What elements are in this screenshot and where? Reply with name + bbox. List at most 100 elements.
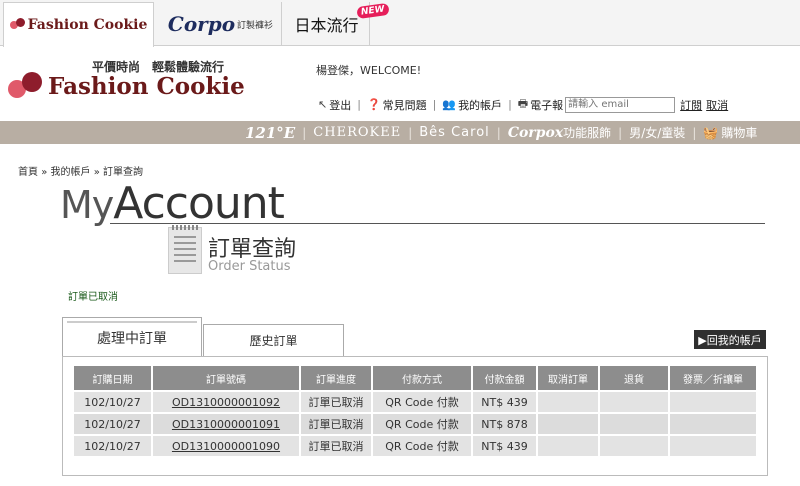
cell-return: [600, 414, 668, 434]
nav-gender-wear[interactable]: 男/女/童裝: [629, 124, 685, 141]
document-icon: [168, 225, 202, 274]
tab-history-orders[interactable]: 歷史訂單: [203, 324, 344, 357]
nav-separator: |: [618, 125, 623, 140]
col-cancel-order: 取消訂單: [538, 366, 598, 390]
cookie-big-logo-icon: [8, 72, 46, 100]
welcome-message: 楊登傑，WELCOME!: [316, 64, 422, 77]
subscribe-link[interactable]: 訂閱: [680, 97, 702, 113]
fashion-cookie-tab-logo: Fashion Cookie: [9, 17, 148, 33]
cell-status: 訂單已取消: [301, 414, 371, 434]
nav-brand-121e[interactable]: 121°E: [245, 124, 295, 142]
japan-tab-label: 日本流行: [294, 16, 359, 35]
site-logo-text: Fashion Cookie: [8, 72, 245, 100]
col-order-date: 訂購日期: [74, 366, 151, 390]
breadcrumb-account[interactable]: 我的帳戶: [51, 167, 91, 178]
breadcrumb-separator: »: [41, 167, 48, 178]
cell-cancel: [538, 414, 598, 434]
cell-status: 訂單已取消: [301, 392, 371, 412]
cell-amount: NT$ 878: [473, 414, 536, 434]
title-divider: [110, 223, 765, 224]
order-number-link[interactable]: OD1310000001090: [172, 440, 280, 453]
corpox-label: Corpox: [507, 125, 564, 141]
shopping-basket-icon: 🧺: [703, 125, 719, 140]
nav-separator: |: [692, 125, 697, 140]
corpo-tab-subtitle: 訂製褲衫: [237, 20, 274, 31]
printer-icon: 🖶: [517, 97, 529, 110]
back-to-account-button[interactable]: ▶回我的帳戶: [694, 330, 766, 349]
question-icon: ❓: [366, 98, 381, 111]
cell-invoice: [670, 392, 756, 412]
page-title-account: Account: [113, 178, 285, 229]
logout-link[interactable]: ↖ 登出: [318, 97, 351, 113]
col-order-number: 訂單號碼: [153, 366, 299, 390]
cell-payment: QR Code 付款: [373, 414, 471, 434]
cell-cancel: [538, 436, 598, 456]
brand-nav-bar: 121°E | CHEROKEE | Bês Carol | Corpox功能服…: [0, 121, 800, 144]
cell-return: [600, 392, 668, 412]
newsletter-email-input[interactable]: [565, 96, 676, 113]
nav-cart[interactable]: 🧺 購物車: [703, 124, 757, 141]
cell-order-number: OD1310000001092: [153, 392, 299, 412]
cell-invoice: [670, 436, 756, 456]
separator: |: [357, 98, 361, 111]
col-return: 退貨: [600, 366, 668, 390]
cell-invoice: [670, 414, 756, 434]
col-payment-method: 付款方式: [373, 366, 471, 390]
brand-tab-bar: Fashion Cookie Corpo 訂製褲衫 日本流行 NEW: [0, 0, 800, 47]
cell-date: 102/10/27: [74, 392, 151, 412]
cell-status: 訂單已取消: [301, 436, 371, 456]
cookie-logo-icon: [9, 18, 26, 32]
nav-separator: |: [302, 125, 307, 140]
newsletter-label-group: 🖶 電子報: [518, 95, 563, 114]
table-header-row: 訂購日期 訂單號碼 訂單進度 付款方式 付款金額 取消訂單 退貨 發票／折讓單: [74, 366, 756, 390]
status-message: 訂單已取消: [68, 292, 118, 303]
header-links: ↖ 登出 | ❓ 常見問題 | 👥 我的帳戶 | 🖶 電子報 訂閱 取消: [318, 95, 732, 114]
arrow-up-left-icon: ↖: [318, 98, 328, 111]
page-title: MyAccount: [60, 178, 285, 229]
faq-label: 常見問題: [382, 98, 427, 112]
col-invoice: 發票／折讓單: [670, 366, 756, 390]
nav-brand-bescarol[interactable]: Bês Carol: [419, 125, 490, 140]
breadcrumb-separator: »: [93, 167, 100, 178]
nav-brand-cherokee[interactable]: CHEROKEE: [313, 125, 401, 140]
cell-date: 102/10/27: [74, 414, 151, 434]
order-number-link[interactable]: OD1310000001091: [172, 418, 280, 431]
orders-table: 訂購日期 訂單號碼 訂單進度 付款方式 付款金額 取消訂單 退貨 發票／折讓單 …: [72, 364, 758, 458]
table-row: 102/10/27 OD1310000001091 訂單已取消 QR Code …: [74, 414, 756, 434]
corpox-sub-label: 功能服飾: [563, 126, 612, 140]
cell-order-number: OD1310000001090: [153, 436, 299, 456]
faq-link[interactable]: ❓ 常見問題: [367, 97, 427, 113]
my-account-link[interactable]: 👥 我的帳戶: [442, 97, 502, 113]
cell-date: 102/10/27: [74, 436, 151, 456]
separator: |: [508, 98, 512, 111]
col-payment-amount: 付款金額: [473, 366, 536, 390]
order-number-link[interactable]: OD1310000001092: [172, 396, 280, 409]
site-logo-label: Fashion Cookie: [48, 72, 245, 100]
newsletter-label: 電子報: [530, 98, 564, 112]
users-icon: 👥: [442, 98, 457, 111]
fashion-cookie-tab-label: Fashion Cookie: [27, 17, 148, 33]
col-order-progress: 訂單進度: [301, 366, 371, 390]
brand-tab-corpo[interactable]: Corpo 訂製褲衫: [160, 2, 282, 46]
cell-payment: QR Code 付款: [373, 392, 471, 412]
nav-separator: |: [496, 125, 501, 140]
breadcrumb: 首頁 » 我的帳戶 » 訂單查詢: [18, 163, 143, 178]
unsubscribe-link[interactable]: 取消: [706, 97, 728, 113]
cell-payment: QR Code 付款: [373, 436, 471, 456]
cell-cancel: [538, 392, 598, 412]
brand-tab-fashion-cookie[interactable]: Fashion Cookie: [3, 2, 154, 47]
cell-amount: NT$ 439: [473, 392, 536, 412]
cell-return: [600, 436, 668, 456]
breadcrumb-current: 訂單查詢: [103, 167, 143, 178]
corpo-tab-logo: Corpo: [167, 12, 236, 36]
my-account-label: 我的帳戶: [458, 98, 503, 112]
separator: |: [432, 98, 437, 111]
breadcrumb-home[interactable]: 首頁: [18, 167, 38, 178]
nav-brand-corpox[interactable]: Corpox功能服飾: [508, 124, 611, 141]
table-row: 102/10/27 OD1310000001092 訂單已取消 QR Code …: [74, 392, 756, 412]
site-logo[interactable]: 平價時尚 輕鬆體驗流行 Fashion Cookie: [8, 58, 245, 108]
cell-amount: NT$ 439: [473, 436, 536, 456]
tab-processing-orders[interactable]: 處理中訂單: [62, 317, 202, 357]
page-title-my: My: [60, 183, 114, 227]
table-row: 102/10/27 OD1310000001090 訂單已取消 QR Code …: [74, 436, 756, 456]
